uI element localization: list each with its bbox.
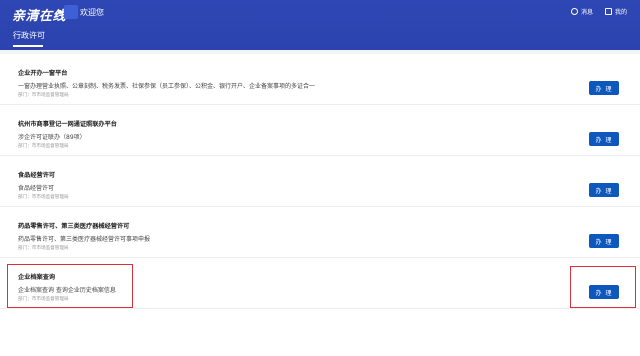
item-title[interactable]: 食品经营许可 xyxy=(18,170,55,179)
list-item: 杭州市商事登记一网通证照联办平台 涉企许可证联办（89项） 部门：市市场监督管理… xyxy=(0,105,640,156)
logo[interactable]: 亲清在线 xyxy=(12,5,66,24)
item-department: 部门：市市场监督管理局 xyxy=(18,297,69,302)
handle-button[interactable]: 办 理 xyxy=(589,234,619,248)
item-description: 企业档案查询 查询企业历史档案信息 xyxy=(18,287,116,294)
item-title[interactable]: 杭州市商事登记一网通证照联办平台 xyxy=(18,119,117,128)
mine-label: 我的 xyxy=(615,9,628,16)
item-description: 药品零售许可、第三类医疗器械经营许可事项申报 xyxy=(18,236,151,243)
handle-button[interactable]: 办 理 xyxy=(589,81,619,95)
item-department: 部门：市市场监督管理局 xyxy=(18,246,69,251)
service-list: 企业开办一窗平台 一窗办理营业执照、公章刻制、税务发票、社保参保（员工参保）、公… xyxy=(0,54,640,356)
list-item: 企业档案查询 企业档案查询 查询企业历史档案信息 部门：市市场监督管理局 办 理 xyxy=(0,258,640,309)
message-icon xyxy=(571,8,578,15)
item-title[interactable]: 企业档案查询 xyxy=(18,272,55,281)
top-header: 亲清在线 欢迎您 消息 我的 行政许可 xyxy=(0,0,640,50)
list-item: 企业开办一窗平台 一窗办理营业执照、公章刻制、税务发票、社保参保（员工参保）、公… xyxy=(0,54,640,105)
separator-dot-icon xyxy=(58,10,62,14)
item-title[interactable]: 企业开办一窗平台 xyxy=(18,68,68,77)
list-item: 药品零售许可、第三类医疗器械经营许可 药品零售许可、第三类医疗器械经营许可事项申… xyxy=(0,207,640,258)
item-department: 部门：市市场监督管理局 xyxy=(18,195,69,200)
messages-button[interactable]: 消息 xyxy=(571,7,593,16)
item-description: 涉企许可证联办（89项） xyxy=(18,134,86,141)
handle-button[interactable]: 办 理 xyxy=(589,183,619,197)
item-description: 一窗办理营业执照、公章刻制、税务发票、社保参保（员工参保）、公积金、银行开户、企… xyxy=(18,83,316,90)
active-tab-indicator xyxy=(13,45,43,47)
item-description: 食品经营许可 xyxy=(18,185,55,192)
handle-button[interactable]: 办 理 xyxy=(589,132,619,146)
list-item: 食品经营许可 食品经营许可 部门：市市场监督管理局 办 理 xyxy=(0,156,640,207)
mine-button[interactable]: 我的 xyxy=(605,7,627,16)
item-department: 部门：市市场监督管理局 xyxy=(18,93,69,98)
user-icon xyxy=(605,8,612,15)
handle-button[interactable]: 办 理 xyxy=(589,285,619,299)
item-department: 部门：市市场监督管理局 xyxy=(18,144,69,149)
user-avatar xyxy=(64,5,78,19)
item-title[interactable]: 药品零售许可、第三类医疗器械经营许可 xyxy=(18,221,129,230)
messages-label: 消息 xyxy=(581,9,594,16)
tab-administrative-license[interactable]: 行政许可 xyxy=(13,30,45,41)
welcome-text: 欢迎您 xyxy=(80,8,104,17)
